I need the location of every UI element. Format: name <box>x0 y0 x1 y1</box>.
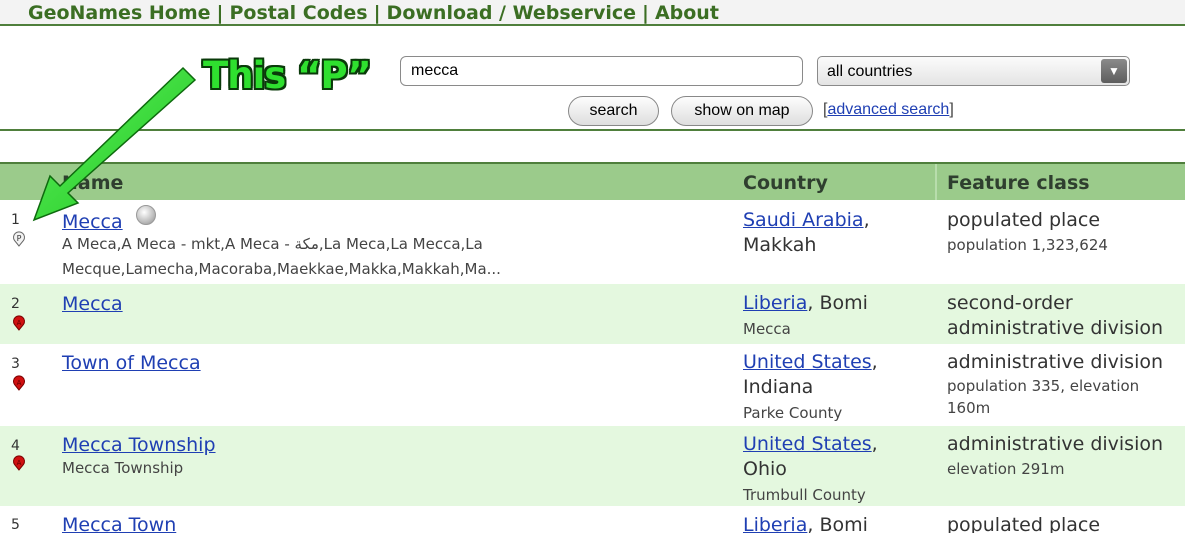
annotation-arrow <box>32 66 197 222</box>
arrow-icon <box>32 66 197 222</box>
annotation-label: This “P” <box>203 54 372 97</box>
